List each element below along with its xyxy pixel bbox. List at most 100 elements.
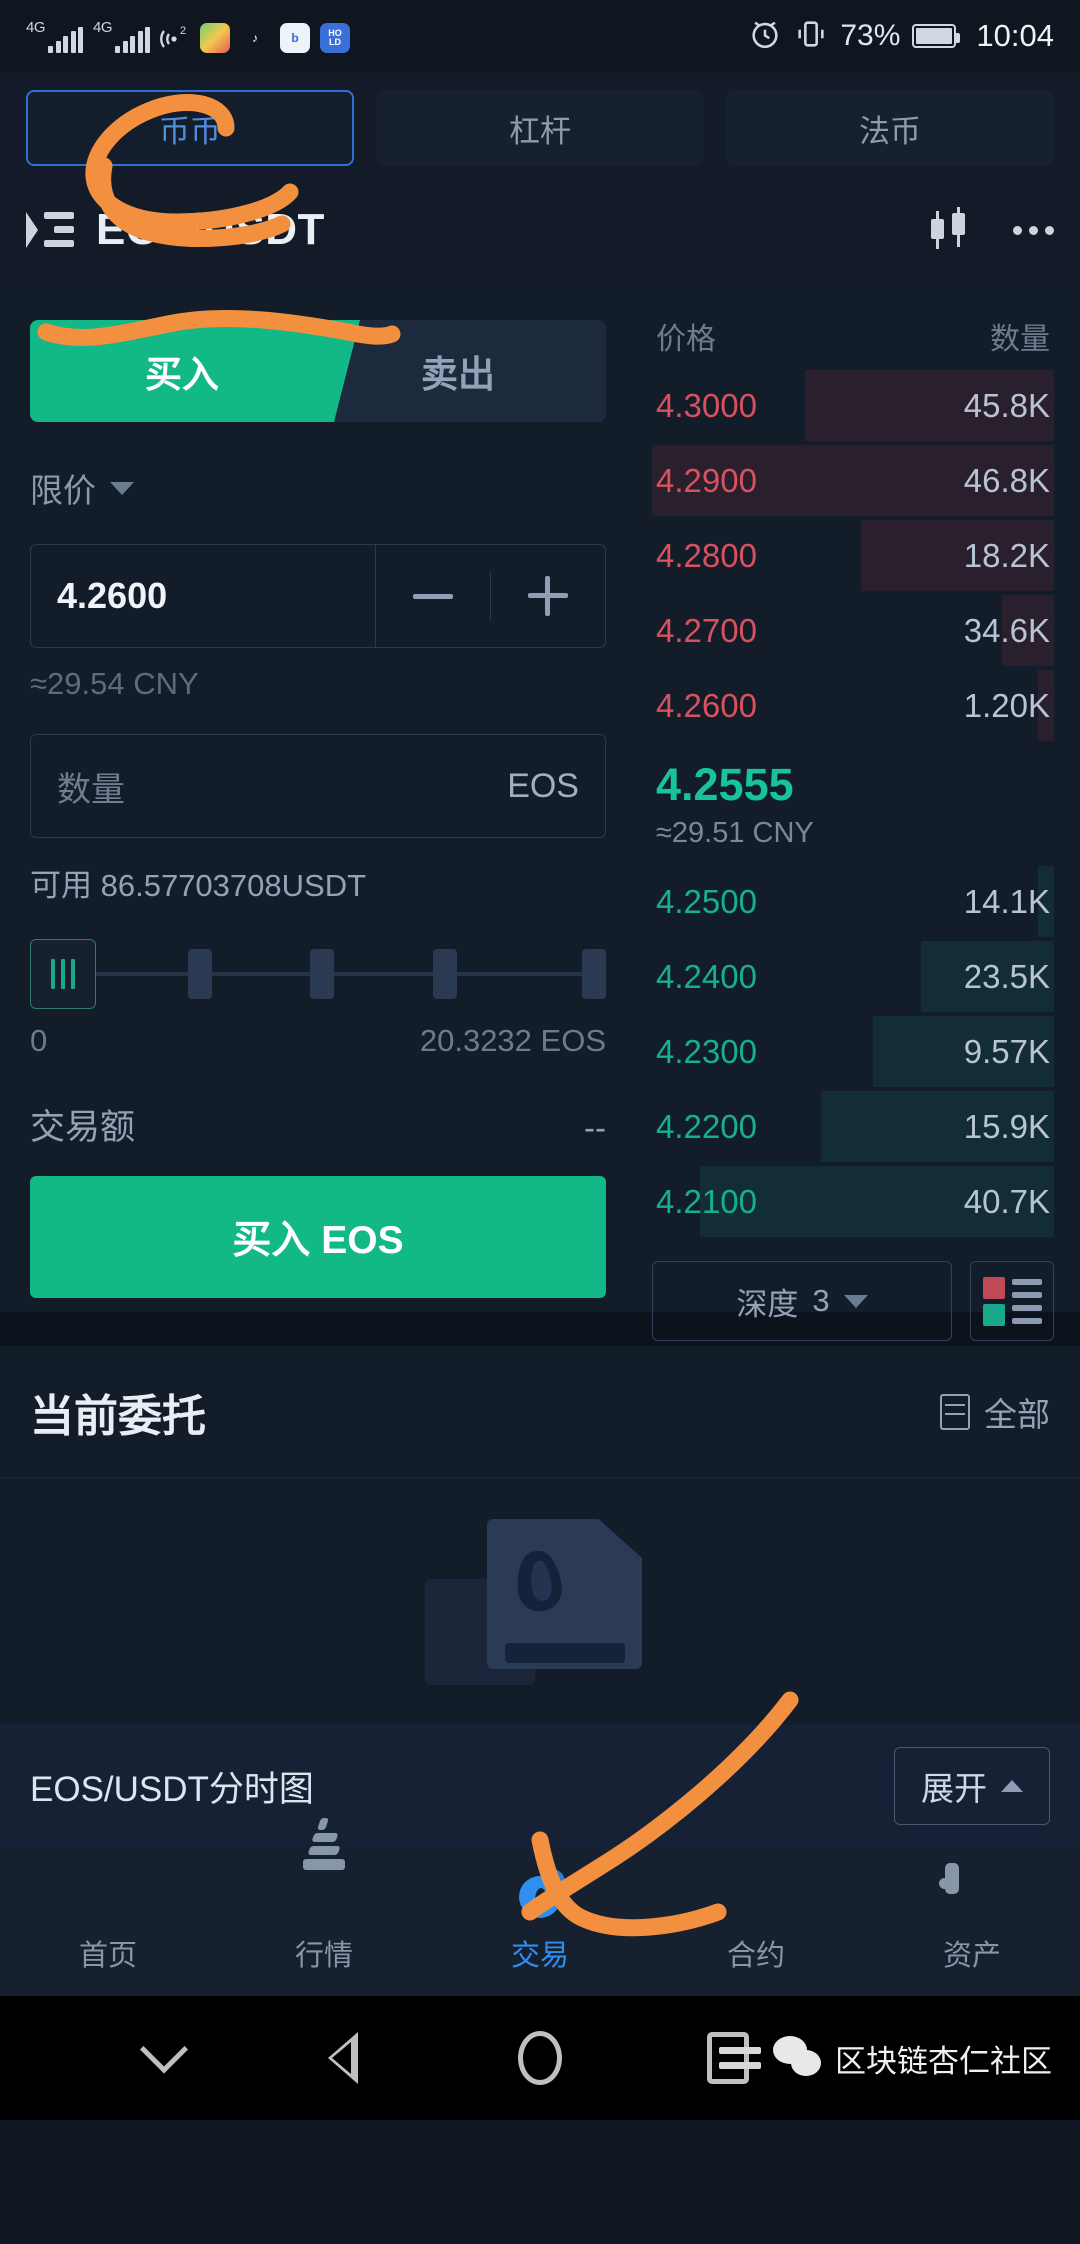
price-decrement-button[interactable] xyxy=(376,545,490,647)
table-row[interactable]: 4.2700 34.6K xyxy=(652,593,1054,668)
nav-item-trade[interactable]: 交易 xyxy=(432,1848,648,1996)
tab-coin-coin[interactable]: 币币 xyxy=(26,90,354,166)
table-row[interactable]: 4.2600 1.20K xyxy=(652,668,1054,743)
app-root: 4G 4G 2 ♪ b HO LD 73% 10:04 币币 杠杆 法币 EOS… xyxy=(0,0,1080,2244)
nav-item-contract[interactable]: 合约 xyxy=(648,1848,864,1996)
col-header-price: 价格 xyxy=(656,323,716,356)
amount-slider[interactable] xyxy=(30,939,606,1009)
status-bar-right: 73% 10:04 xyxy=(748,17,1054,56)
amount-field[interactable]: 数量 EOS xyxy=(30,734,606,838)
total-value: -- xyxy=(584,1109,606,1146)
table-row[interactable]: 4.2400 23.5K xyxy=(652,939,1054,1014)
table-row[interactable]: 4.2300 9.57K xyxy=(652,1014,1054,1089)
trade-icon xyxy=(513,1869,567,1924)
table-row[interactable]: 4.2200 15.9K xyxy=(652,1089,1054,1164)
order-book-footer: 深度 3 xyxy=(652,1261,1054,1341)
submit-buy-button[interactable]: 买入 EOS xyxy=(30,1176,606,1298)
wechat-watermark: 区块链杏仁社区 xyxy=(719,2036,1052,2081)
bid-amount: 14.1K xyxy=(963,882,1050,920)
orderbook-layout-icon[interactable] xyxy=(970,1261,1054,1341)
price-input[interactable]: 4.2600 xyxy=(31,545,375,647)
trade-area: 卖出 买入 限价 4.2600 ≈29.54 CNY 数量 EOS 可用 86.… xyxy=(0,292,1080,1341)
expand-chart-button[interactable]: 展开 xyxy=(894,1747,1050,1825)
table-row[interactable]: 4.2100 40.7K xyxy=(652,1164,1054,1239)
menu-lines-icon xyxy=(719,2047,761,2069)
order-type-selector[interactable]: 限价 xyxy=(30,464,606,512)
table-row[interactable]: 4.3000 45.8K xyxy=(652,368,1054,443)
slider-notch xyxy=(310,949,335,999)
nav-label-home: 首页 xyxy=(78,1940,137,1972)
network-type-1: 4G xyxy=(26,18,46,36)
market-trend-icon xyxy=(297,1818,351,1924)
candlestick-chart-icon[interactable] xyxy=(927,207,973,253)
bid-amount: 15.9K xyxy=(963,1107,1050,1145)
table-row[interactable]: 4.2900 46.8K xyxy=(652,443,1054,518)
nav-item-home[interactable]: 首页 xyxy=(0,1848,216,1996)
depth-value: 3 xyxy=(812,1283,830,1318)
pair-header: EOS/USDT xyxy=(0,182,1080,292)
buy-tab[interactable]: 买入 xyxy=(30,320,360,422)
orders-section: 当前委托 全部 xyxy=(0,1346,1080,1724)
price-increment-button[interactable] xyxy=(491,545,605,647)
order-form: 卖出 买入 限价 4.2600 ≈29.54 CNY 数量 EOS 可用 86.… xyxy=(0,292,636,1312)
flame-icon xyxy=(81,1870,135,1924)
tab-fiat[interactable]: 法币 xyxy=(726,90,1054,166)
market-list-icon[interactable] xyxy=(26,210,74,250)
last-price-cny: ≈29.51 CNY xyxy=(656,817,814,849)
chevron-down-icon xyxy=(843,1294,868,1308)
orders-title: 当前委托 xyxy=(30,1391,206,1441)
chevron-down-icon xyxy=(110,481,134,495)
battery-icon xyxy=(912,24,961,48)
last-price-block: 4.2555 ≈29.51 CNY xyxy=(652,743,1054,864)
slider-max-label: 20.3232 EOS xyxy=(419,1023,606,1058)
nav-item-assets[interactable]: 资产 xyxy=(864,1848,1080,1996)
page-title[interactable]: EOS/USDT xyxy=(96,205,905,255)
more-dots-icon[interactable] xyxy=(995,225,1054,235)
alarm-icon xyxy=(748,17,782,56)
battery-percent: 73% xyxy=(840,19,901,52)
chevron-up-icon xyxy=(1001,1780,1023,1792)
slider-min-label: 0 xyxy=(30,1023,48,1058)
slider-notch xyxy=(187,949,212,999)
depth-selector[interactable]: 深度 3 xyxy=(652,1261,952,1341)
bid-price: 4.2300 xyxy=(656,1032,757,1070)
slider-notch xyxy=(432,949,457,999)
slider-track[interactable] xyxy=(96,939,606,1009)
price-field[interactable]: 4.2600 xyxy=(30,544,606,648)
notification-count: 2 xyxy=(180,25,186,37)
market-type-tabs: 币币 杠杆 法币 xyxy=(0,72,1080,182)
slider-handle[interactable] xyxy=(30,939,96,1009)
video-app-icon xyxy=(200,22,231,53)
tab-margin[interactable]: 杠杆 xyxy=(376,90,704,166)
chevron-down-icon[interactable] xyxy=(70,2025,258,2075)
chart-bar[interactable]: EOS/USDT分时图 展开 xyxy=(0,1724,1080,1848)
order-type-label: 限价 xyxy=(30,472,96,509)
back-icon[interactable] xyxy=(258,2032,446,2084)
ask-amount: 1.20K xyxy=(963,686,1050,724)
nav-label-trade: 交易 xyxy=(510,1940,569,1972)
chart-label: EOS/USDT分时图 xyxy=(30,1769,314,1809)
total-label: 交易额 xyxy=(30,1108,136,1147)
price-cny-equivalent: ≈29.54 CNY xyxy=(30,666,199,701)
buy-sell-toggle: 卖出 买入 xyxy=(30,320,606,422)
slider-scale: 0 20.3232 EOS xyxy=(30,1023,606,1059)
order-book-header: 价格 数量 xyxy=(652,314,1054,368)
amount-input[interactable]: 数量 xyxy=(31,735,481,837)
network-type-2: 4G xyxy=(93,18,113,36)
ask-amount: 34.6K xyxy=(963,611,1050,649)
table-row[interactable]: 4.2800 18.2K xyxy=(652,518,1054,593)
empty-orders-icon xyxy=(425,1511,655,1691)
ask-amount: 45.8K xyxy=(963,386,1050,424)
assets-icon xyxy=(945,1863,999,1924)
available-balance: 可用 86.57703708USDT xyxy=(30,868,367,903)
hotspot-icon: 2 xyxy=(160,25,190,53)
hold-app-icon: HO LD xyxy=(320,22,351,53)
nav-item-market[interactable]: 行情 xyxy=(216,1818,432,1996)
contract-icon xyxy=(729,1870,783,1924)
home-icon[interactable] xyxy=(446,2031,634,2085)
signal-icon: 4G xyxy=(93,18,151,53)
table-row[interactable]: 4.2500 14.1K xyxy=(652,864,1054,939)
orders-filter[interactable]: 全部 xyxy=(940,1388,1050,1436)
order-book: 价格 数量 4.3000 45.8K 4.2900 46.8K 4.2800 1… xyxy=(636,292,1080,1341)
tiktok-app-icon: ♪ xyxy=(240,22,271,53)
